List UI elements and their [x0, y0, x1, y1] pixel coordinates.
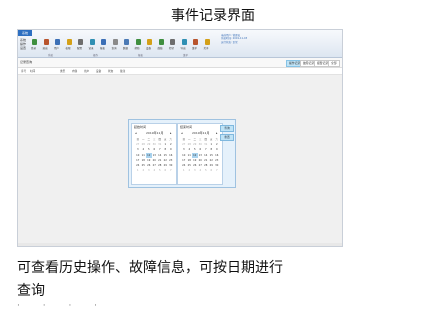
help-icon[interactable] — [135, 39, 141, 45]
column-header[interactable]: 时间 — [30, 69, 35, 73]
record-icon[interactable] — [89, 39, 95, 45]
ribbon-button-label: 数据 — [123, 47, 129, 50]
ribbon-button-label: 登录 — [31, 47, 37, 50]
status-info-line: 运行状态: 正常 — [221, 40, 238, 44]
date-query-dialog: 起始时间 ◂ 2019年11月 ▸ 日一二三四五六 27 28 29 30 31 1 2 3 4 5… — [128, 119, 236, 188]
document-title: 事件记录界面 — [171, 8, 255, 24]
wrench-icon[interactable] — [193, 39, 198, 45]
logout-icon[interactable] — [43, 39, 49, 45]
ribbon-button-label: 设备 — [146, 47, 152, 50]
ribbon-button-label: 帮助 — [134, 47, 140, 50]
print-icon[interactable] — [170, 39, 175, 45]
ribbon-button-label: 配置 — [77, 47, 83, 50]
key-icon[interactable] — [66, 39, 72, 45]
app-tab-label: 系统 — [21, 31, 28, 35]
login-icon[interactable] — [32, 39, 37, 45]
end-calendar[interactable]: 结束时间 ◂ 2019年11月 ▸ 日一二三四五六 27 28 29 30 31 1 2 3 4 5… — [177, 123, 223, 185]
column-header[interactable]: 状态 — [108, 69, 113, 73]
chart-icon[interactable] — [158, 39, 164, 45]
ribbon-button-label: 权限 — [65, 47, 71, 50]
reset-button[interactable]: 重置 — [220, 134, 234, 141]
settings-icon[interactable] — [78, 39, 83, 45]
ribbon: 系统 系统 操作 设置 登录 退出 用户 权限 配置 记录 报表 查询 数据 帮助 设备 曲线 打印 导出 维护… — [18, 30, 342, 58]
column-header[interactable]: 类型 — [60, 69, 65, 73]
database-icon[interactable] — [124, 39, 129, 45]
start-calendar[interactable]: 起始时间 ◂ 2019年11月 ▸ 日一二三四五六 27 28 29 30 31 1 2 3 4 5… — [131, 123, 177, 185]
ribbon-button-label: 导出 — [180, 47, 186, 50]
about-icon[interactable] — [204, 39, 210, 45]
column-header[interactable]: 用户 — [84, 69, 89, 73]
start-day-grid: 日一二三四五六 27 28 29 30 31 1 2 3 4 5 6 7 8 9 10 11 12 13 14 15 16… — [135, 137, 174, 173]
ribbon-group-label: 报表 — [138, 54, 144, 57]
caption-fragment: · · · · — [17, 301, 108, 311]
record-toolbar: 记录查询 操作记录 故障记录 报警记录 全部 — [18, 58, 342, 68]
prev-month-icon[interactable]: ◂ — [181, 131, 183, 135]
ribbon-button-label: 用户 — [54, 47, 60, 50]
ribbon-group-label: 系统 — [48, 54, 54, 57]
next-month-icon[interactable]: ▸ — [216, 131, 218, 135]
record-type-tab[interactable]: 全部 — [328, 60, 340, 67]
ribbon-button-label: 曲线 — [157, 47, 163, 50]
next-month-icon[interactable]: ▸ — [170, 131, 172, 135]
caption-line-2: 查询 — [17, 283, 45, 299]
export-icon[interactable] — [181, 39, 187, 45]
device-icon[interactable] — [147, 39, 152, 45]
ribbon-button-label: 打印 — [169, 47, 175, 50]
app-tab[interactable]: 系统 — [18, 30, 32, 36]
report-icon[interactable] — [101, 39, 106, 45]
month-label: 2019年11月 — [192, 131, 210, 135]
end-day-grid: 日一二三四五六 27 28 29 30 31 1 2 3 4 5 6 7 8 9 10 11 12 13 14 15 16… — [181, 137, 220, 173]
ribbon-group-label: 操作 — [93, 54, 99, 57]
app-screenshot: 系统 系统 操作 设置 登录 退出 用户 权限 配置 记录 报表 查询 数据 帮助 设备 曲线 打印 导出 维护… — [17, 29, 343, 247]
ribbon-button-label: 退出 — [42, 47, 48, 50]
status-bar — [18, 243, 342, 246]
column-header[interactable]: 设备 — [96, 69, 101, 73]
toolbar-label: 记录查询 — [20, 60, 33, 64]
ribbon-button-label: 记录 — [88, 47, 94, 50]
user-icon[interactable] — [55, 39, 60, 45]
status-info: 当前用户: 管理员 系统时间: 2019-11-03 运行状态: 正常 — [221, 34, 247, 44]
column-header[interactable]: 内容 — [72, 69, 77, 73]
month-label: 2019年11月 — [146, 131, 164, 135]
search-icon[interactable] — [112, 39, 118, 45]
calendar-day[interactable]: 7 — [168, 168, 174, 173]
ribbon-button-label: 报表 — [100, 47, 106, 50]
end-calendar-title: 结束时间 — [180, 125, 193, 129]
caption-line-1: 可查看历史操作、故障信息，可按日期进行 — [17, 260, 283, 276]
column-header[interactable]: 备注 — [120, 69, 125, 73]
column-header[interactable]: 序号 — [21, 69, 26, 73]
ribbon-button-label: 维护 — [192, 47, 198, 50]
table-header: 序号 时间 类型 内容 用户 设备 状态 备注 — [18, 68, 342, 75]
ribbon-button-label: 查询 — [111, 47, 117, 50]
ribbon-menu-item[interactable]: 设置 — [20, 46, 26, 50]
start-calendar-title: 起始时间 — [134, 125, 147, 129]
ribbon-menu: 系统 操作 设置 — [20, 38, 26, 50]
ribbon-group-label: 维护 — [183, 54, 189, 57]
prev-month-icon[interactable]: ◂ — [135, 131, 137, 135]
query-button[interactable]: 查询 — [220, 125, 234, 132]
ribbon-button-label: 关于 — [203, 47, 209, 50]
calendar-day[interactable]: 7 — [214, 168, 220, 173]
